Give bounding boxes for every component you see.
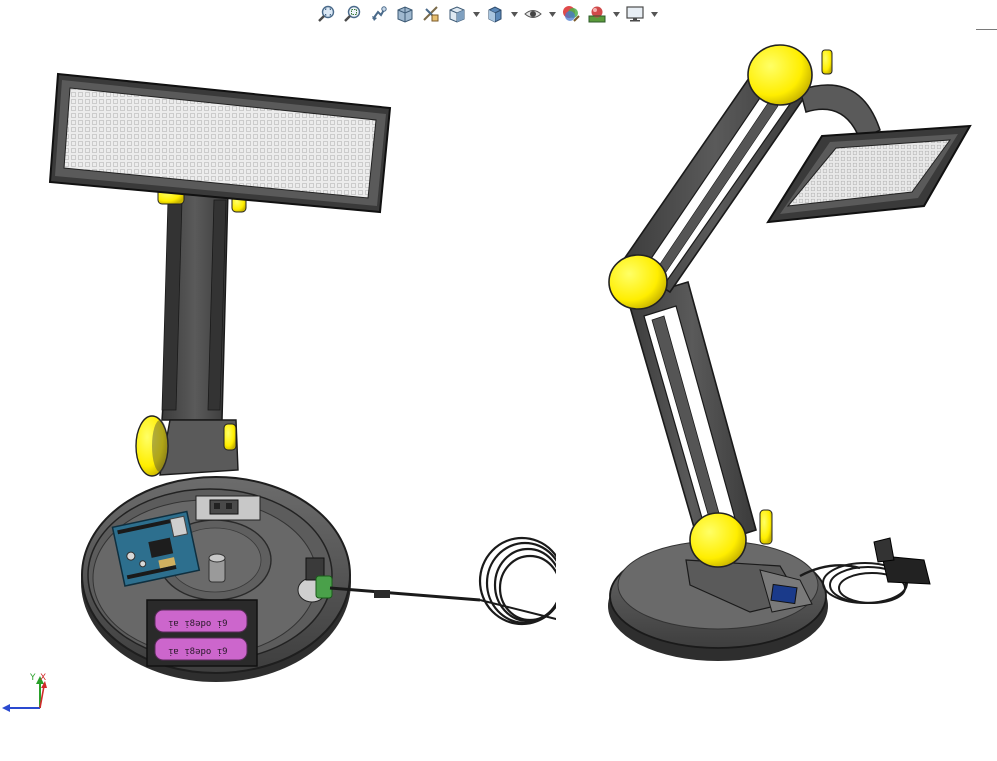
lower-arm-right (627, 280, 757, 550)
lamp-column-left (135, 185, 247, 477)
svg-text:ᴉɐ ᴉ8ǝpo ᴉ9: ᴉɐ ᴉ8ǝpo ᴉ9 (168, 647, 228, 657)
triad-x-label: X (40, 673, 46, 683)
triad-y-label: Y (29, 673, 36, 683)
reference-triad: Y X (2, 673, 47, 712)
graphics-viewport[interactable]: ᴉɐ ᴉ8ǝpo ᴉ9 ᴉɐ ᴉ8ǝpo ᴉ9 Y X (0, 0, 997, 761)
lamp-front-view: ᴉɐ ᴉ8ǝpo ᴉ9 ᴉɐ ᴉ8ǝpo ᴉ9 (48, 72, 566, 682)
model-scene: ᴉɐ ᴉ8ǝpo ᴉ9 ᴉɐ ᴉ8ǝpo ᴉ9 (48, 44, 972, 682)
svg-text:ᴉɐ ᴉ8ǝpo ᴉ9: ᴉɐ ᴉ8ǝpo ᴉ9 (168, 619, 228, 629)
lamp-base-right (608, 537, 931, 661)
lamp-iso-view (608, 44, 972, 661)
lamp-base-left: ᴉɐ ᴉ8ǝpo ᴉ9 ᴉɐ ᴉ8ǝpo ᴉ9 (81, 476, 566, 682)
battery-holder: ᴉɐ ᴉ8ǝpo ᴉ9 ᴉɐ ᴉ8ǝpo ᴉ9 (146, 599, 258, 667)
led-panel-left (48, 72, 392, 214)
led-panel-right (766, 124, 972, 224)
